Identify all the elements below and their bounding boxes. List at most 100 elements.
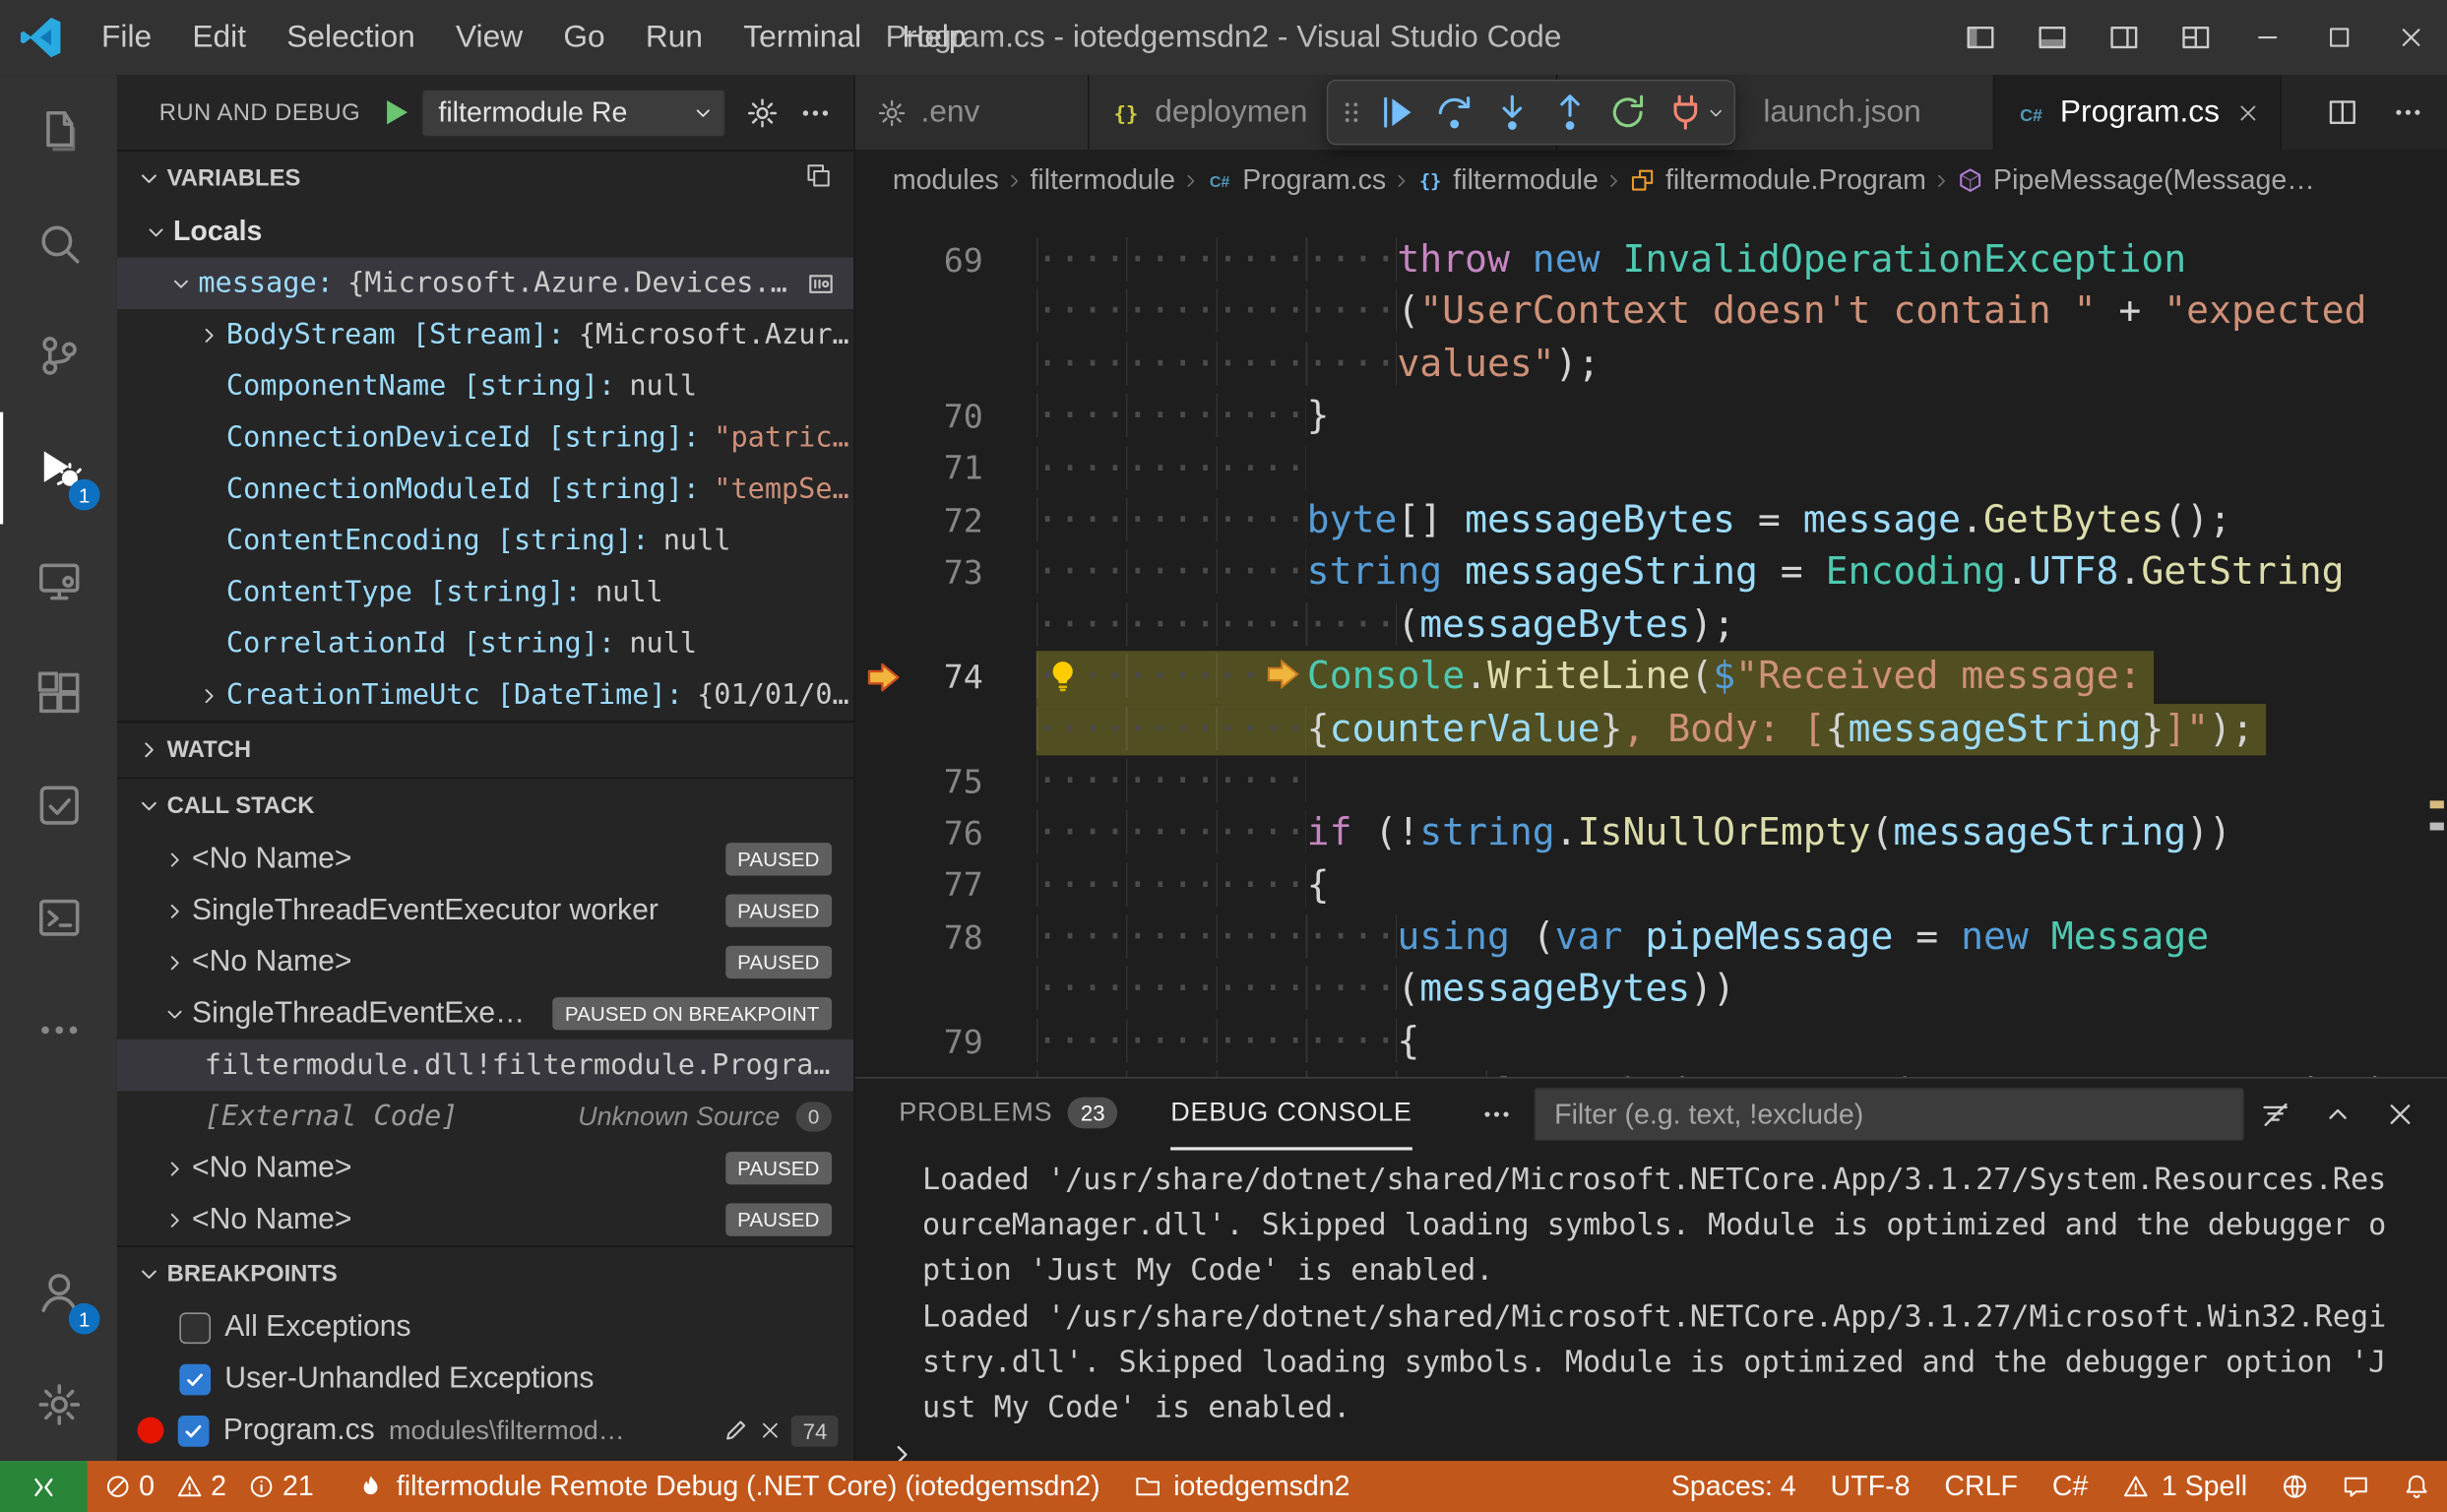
variable-row[interactable]: CorrelationId [string]:null <box>117 618 853 669</box>
variable-row[interactable]: ConnectionDeviceId [string]:"patric… <box>117 412 853 464</box>
panel-tab-problems[interactable]: PROBLEMS23 <box>899 1079 1117 1151</box>
continue-button[interactable] <box>1367 83 1425 142</box>
step-into-button[interactable] <box>1482 83 1540 142</box>
remote-indicator[interactable] <box>0 1461 88 1512</box>
code-row[interactable]: ················values"); <box>855 339 2447 391</box>
close-panel-button[interactable] <box>2369 1079 2431 1151</box>
breakpoint-checkbox[interactable] <box>179 1363 211 1395</box>
toggle-secondary-sidebar-button[interactable] <box>2088 0 2160 75</box>
menu-file[interactable]: File <box>81 0 171 75</box>
variables-section-header[interactable]: VARIABLES <box>117 150 853 206</box>
debug-more-icon[interactable] <box>788 86 842 139</box>
split-editor-button[interactable] <box>2310 86 2376 139</box>
activity-extensions[interactable] <box>0 637 117 749</box>
breadcrumb-item[interactable]: filtermodule <box>1031 163 1176 196</box>
console-filter-input[interactable] <box>1535 1088 2244 1141</box>
activity-manage[interactable] <box>0 1349 117 1461</box>
code-row[interactable]: 75············ <box>855 755 2447 807</box>
language-mode-status-item[interactable]: C# <box>2035 1461 2104 1512</box>
maximize-button[interactable] <box>2303 0 2375 75</box>
breakpoint-checkbox[interactable] <box>178 1415 210 1446</box>
thread-row[interactable]: <No Name>PAUSED <box>117 1143 853 1194</box>
activity-remote-explorer[interactable] <box>0 525 117 637</box>
activity-accounts[interactable]: 1 <box>0 1236 117 1349</box>
thread-row[interactable]: <No Name>PAUSED <box>117 1194 853 1245</box>
customize-layout-button[interactable] <box>2160 0 2231 75</box>
variable-row[interactable]: message:{Microsoft.Azure.Devices.… <box>117 258 853 309</box>
code-row[interactable]: ················("UserContext doesn't co… <box>855 286 2447 339</box>
code-row[interactable]: 72············byte[] messageBytes = mess… <box>855 495 2447 547</box>
debug-gear-icon[interactable] <box>735 86 788 139</box>
code-row[interactable]: 69················throw new InvalidOpera… <box>855 234 2447 286</box>
menu-terminal[interactable]: Terminal <box>723 0 882 75</box>
encoding-status-item[interactable]: UTF-8 <box>1813 1461 1927 1512</box>
activity-testing[interactable] <box>0 749 117 861</box>
overview-ruler[interactable] <box>2425 211 2447 1077</box>
stack-frame-row[interactable]: [External Code]Unknown Source0 <box>117 1091 853 1142</box>
code-row[interactable]: 71············ <box>855 443 2447 495</box>
web-status-item[interactable] <box>2265 1461 2326 1512</box>
code-row[interactable]: 76············if (!string.IsNullOrEmpty(… <box>855 807 2447 859</box>
code-row[interactable]: ················(messageBytes); <box>855 598 2447 651</box>
variable-row[interactable]: BodyStream [Stream]:{Microsoft.Azur… <box>117 309 853 360</box>
minimize-button[interactable] <box>2231 0 2303 75</box>
launch-config-select[interactable]: filtermodule Re <box>421 89 725 137</box>
menu-run[interactable]: Run <box>625 0 722 75</box>
breadcrumb-item[interactable]: C#Program.cs <box>1207 163 1386 196</box>
edit-breakpoint-icon[interactable] <box>723 1418 750 1444</box>
tab-.env[interactable]: .env <box>855 75 1090 150</box>
breakpoints-section-header[interactable]: BREAKPOINTS <box>117 1245 853 1301</box>
code-row[interactable]: 73············string messageString = Enc… <box>855 546 2447 598</box>
step-out-button[interactable] <box>1540 83 1599 142</box>
breadcrumb-item[interactable]: modules <box>893 163 999 196</box>
thread-row[interactable]: <No Name>PAUSED <box>117 936 853 987</box>
variable-row[interactable]: ComponentName [string]:null <box>117 360 853 411</box>
thread-row[interactable]: SingleThreadEventExecutor workerPAUSED <box>117 885 853 936</box>
menu-view[interactable]: View <box>435 0 542 75</box>
toggle-sidebar-button[interactable] <box>1945 0 2017 75</box>
disconnect-menu-chevron-icon[interactable] <box>1704 102 1725 123</box>
lightbulb-icon[interactable] <box>1045 659 1080 702</box>
activity-search[interactable] <box>0 187 117 299</box>
code-row[interactable]: ················(messageBytes)) <box>855 964 2447 1016</box>
watch-section-header[interactable]: WATCH <box>117 722 853 778</box>
variable-row[interactable]: ContentType [string]:null <box>117 567 853 618</box>
variable-row[interactable]: ConnectionModuleId [string]:"tempSe… <box>117 464 853 515</box>
activity-run-and-debug[interactable]: 1 <box>0 412 117 525</box>
feedback-status-item[interactable] <box>2325 1461 2386 1512</box>
variable-row[interactable]: ContentEncoding [string]:null <box>117 515 853 566</box>
toolbar-grip-icon[interactable] <box>1336 98 1367 127</box>
breadcrumb-item[interactable]: PipeMessage(Message… <box>1958 163 2315 196</box>
activity-explorer[interactable] <box>0 75 117 187</box>
code-row[interactable]: 80····················foreach (var prop … <box>855 1068 2447 1077</box>
menu-go[interactable]: Go <box>543 0 626 75</box>
breakpoint-row[interactable]: Program.csmodules\filtermod…74 <box>117 1405 853 1456</box>
variable-row[interactable]: CreationTimeUtc [DateTime]:{01/01/0… <box>117 669 853 721</box>
workspace-status-item[interactable]: iotedgemsdn2 <box>1117 1461 1367 1512</box>
code-row[interactable]: 70············} <box>855 391 2447 443</box>
close-button[interactable] <box>2375 0 2447 75</box>
menu-selection[interactable]: Selection <box>267 0 436 75</box>
code-row[interactable]: 79················{ <box>855 1016 2447 1068</box>
breakpoint-checkbox[interactable] <box>179 1312 211 1344</box>
activity-additional-views[interactable] <box>0 974 117 1086</box>
breakpoint-row[interactable]: User-Unhandled Exceptions <box>117 1354 853 1405</box>
breadcrumb-item[interactable]: {}filtermodule <box>1417 163 1599 196</box>
binary-icon[interactable] <box>807 269 836 297</box>
activity-source-control[interactable] <box>0 299 117 411</box>
close-tab-icon[interactable] <box>2236 100 2260 124</box>
thread-row[interactable]: <No Name>PAUSED <box>117 834 853 885</box>
callstack-section-header[interactable]: CALL STACK <box>117 778 853 834</box>
menu-edit[interactable]: Edit <box>172 0 267 75</box>
step-over-button[interactable] <box>1425 83 1483 142</box>
code-row[interactable]: 77············{ <box>855 859 2447 912</box>
console-prompt[interactable] <box>887 1431 2432 1461</box>
spell-checker-status-item[interactable]: 1 Spell <box>2105 1461 2265 1512</box>
tab-program.cs[interactable]: C#Program.cs <box>1994 75 2282 150</box>
code-row[interactable]: ············{counterValue}, Body: [{mess… <box>855 703 2447 755</box>
stack-frame-row[interactable]: filtermodule.dll!filtermodule.Program.F… <box>117 1040 853 1091</box>
panel-more-icon[interactable] <box>1480 1099 1512 1130</box>
indentation-status-item[interactable]: Spaces: 4 <box>1654 1461 1813 1512</box>
diagnostics-status-item[interactable]: 0221 <box>88 1461 341 1512</box>
copy-icon[interactable] <box>805 162 832 195</box>
